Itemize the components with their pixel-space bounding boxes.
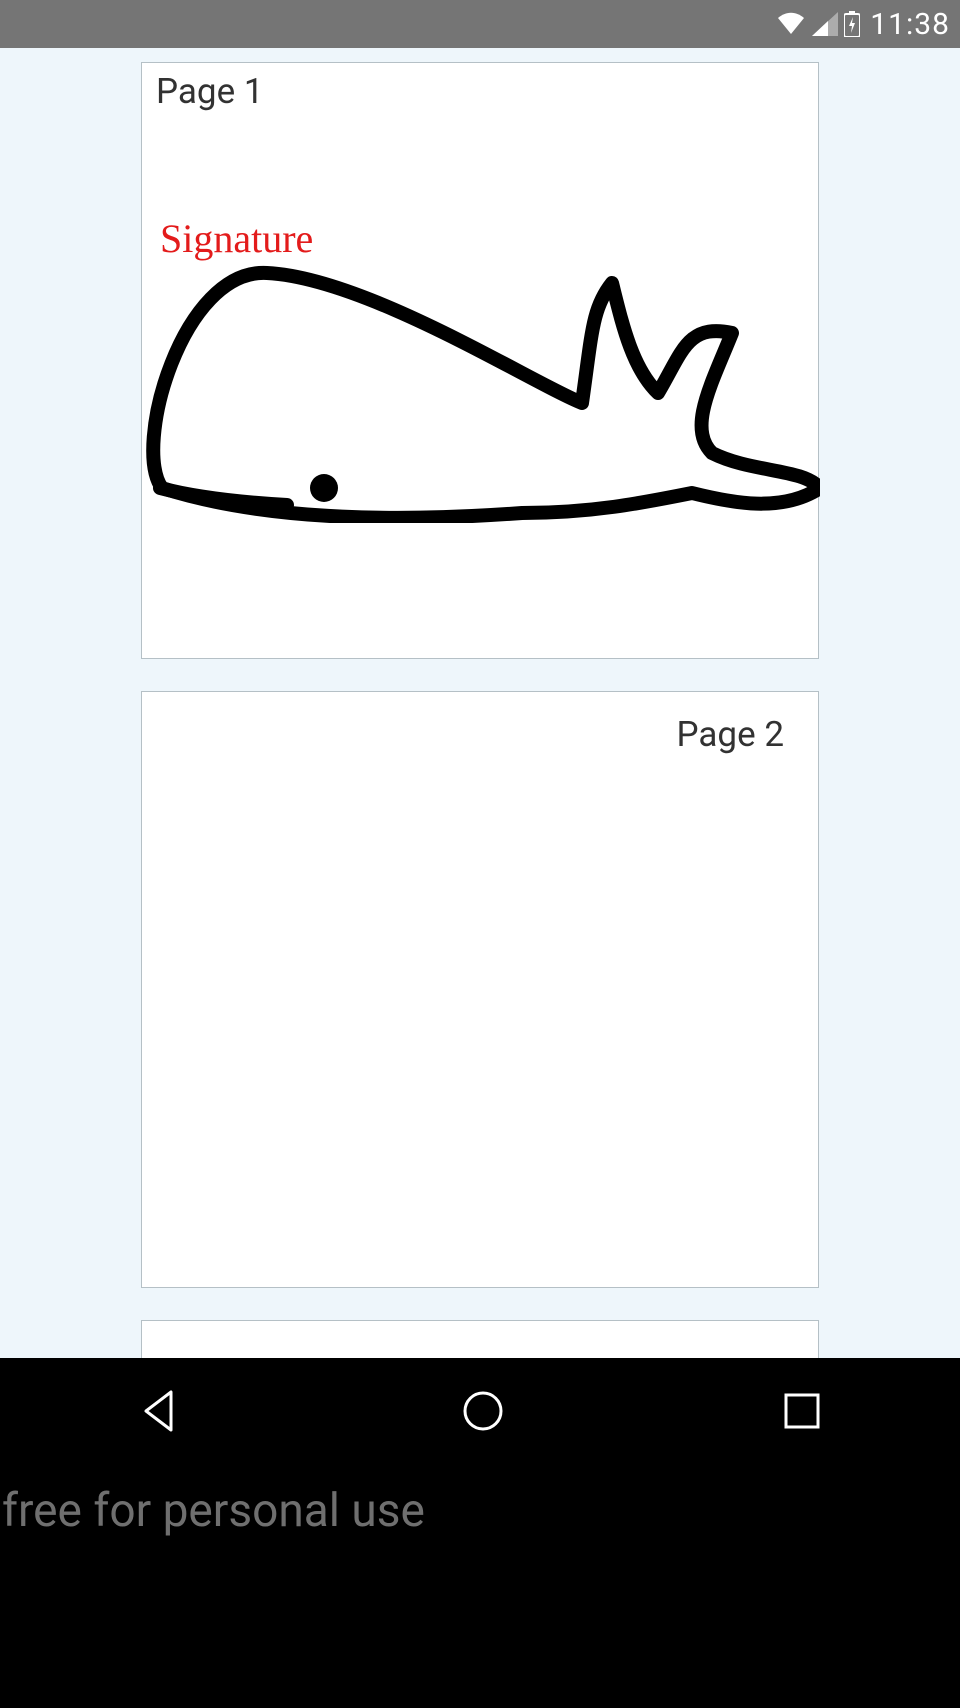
status-bar: 11:38 xyxy=(0,0,960,48)
whale-illustration xyxy=(142,213,820,523)
recent-apps-button[interactable] xyxy=(782,1391,822,1435)
pdf-page-1[interactable]: Page 1 Signature xyxy=(141,62,819,659)
android-nav-bar xyxy=(0,1358,960,1468)
back-button[interactable] xyxy=(138,1388,184,1438)
wifi-icon xyxy=(776,12,806,36)
pdf-page-3[interactable] xyxy=(141,1320,819,1358)
status-clock: 11:38 xyxy=(870,7,950,42)
pdf-page-2[interactable]: Page 2 xyxy=(141,691,819,1288)
cell-signal-icon xyxy=(812,12,838,36)
battery-icon xyxy=(844,11,860,37)
home-button[interactable] xyxy=(460,1388,506,1438)
page-label: Page 1 xyxy=(156,71,264,112)
page-label: Page 2 xyxy=(677,714,785,755)
footer-watermark: free for personal use xyxy=(0,1468,960,1561)
document-viewer[interactable]: Page 1 Signature Page 2 xyxy=(0,48,960,1358)
